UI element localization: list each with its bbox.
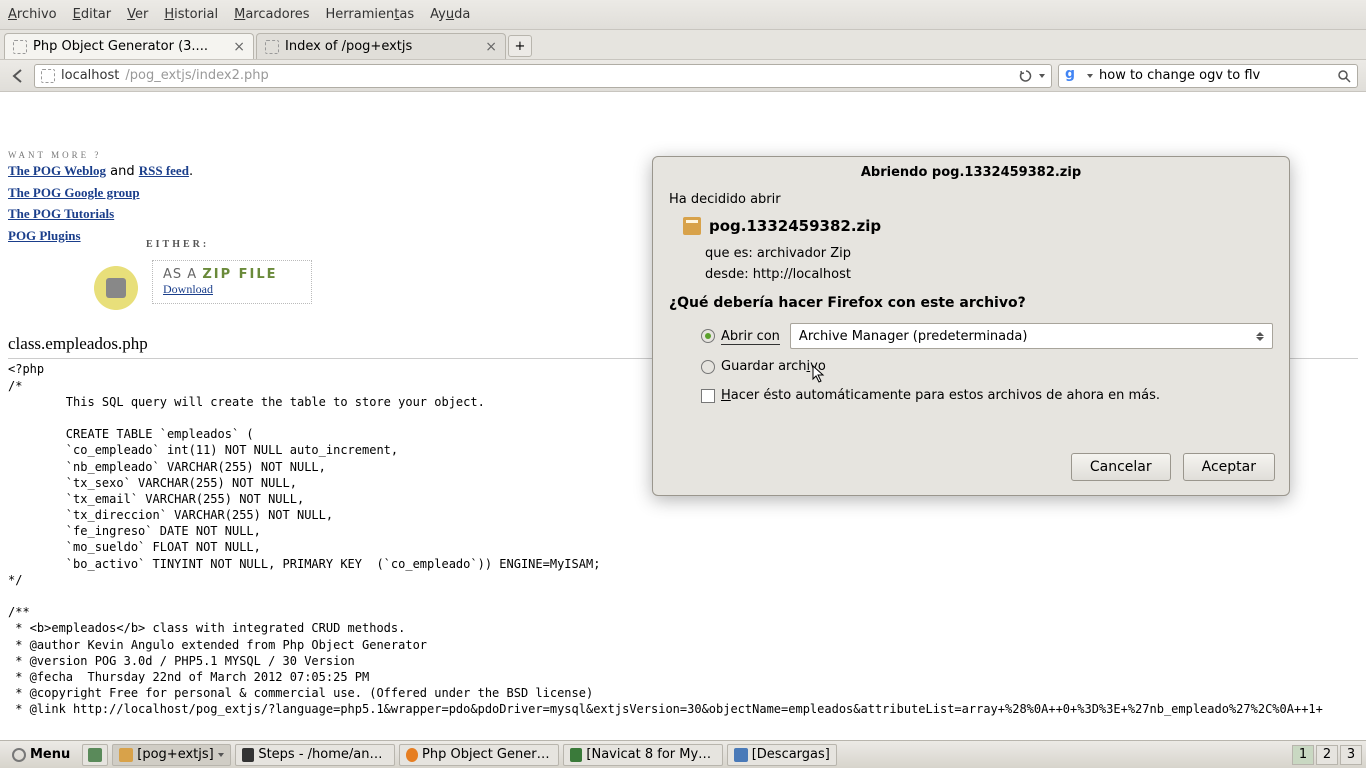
dialog-title: Abriendo pog.1332459382.zip: [653, 157, 1289, 190]
desktop-icon: [88, 748, 102, 762]
favicon-icon: [13, 40, 27, 54]
radio-save-file[interactable]: [701, 360, 715, 374]
new-tab-button[interactable]: +: [508, 35, 532, 57]
dialog-meta: que es: archivador Zip desde: http://loc…: [705, 243, 1273, 285]
navbar: localhost/pog_extjs/index2.php how to ch…: [0, 60, 1366, 92]
menu-marcadores[interactable]: Marcadores: [234, 7, 309, 22]
gear-badge-icon: [88, 260, 144, 316]
editor-icon: [242, 748, 255, 762]
task-1[interactable]: Steps - /home/angul...: [235, 744, 395, 766]
engine-dropdown-icon[interactable]: [1087, 74, 1093, 78]
checkbox-auto[interactable]: [701, 389, 715, 403]
menu-button[interactable]: Menu: [4, 747, 78, 762]
google-icon: [1065, 68, 1081, 84]
taskbar: Menu [pog+extjs] Steps - /home/angul... …: [0, 740, 1366, 768]
link-tutorials[interactable]: The POG Tutorials: [8, 206, 114, 221]
radio-open-with[interactable]: [701, 329, 715, 343]
cancel-button[interactable]: Cancelar: [1071, 453, 1171, 481]
menu-ver[interactable]: Ver: [127, 7, 148, 22]
folder-icon: [119, 748, 133, 762]
menu-herramientas[interactable]: Herramientas: [326, 7, 415, 22]
zip-download-box: AS A ZIP FILE Download: [152, 260, 312, 304]
workspace-2[interactable]: 2: [1316, 745, 1338, 765]
back-button[interactable]: [8, 66, 28, 86]
tabstrip: Php Object Generator (3.... × Index of /…: [0, 30, 1366, 60]
navicat-icon: [570, 748, 583, 762]
either-label: EITHER:: [146, 239, 312, 250]
chevron-down-icon: [218, 753, 224, 757]
archive-icon: [683, 217, 701, 235]
tab-0[interactable]: Php Object Generator (3.... ×: [4, 33, 254, 59]
menu-historial[interactable]: Historial: [164, 7, 218, 22]
url-path: /pog_extjs/index2.php: [125, 68, 268, 83]
workspace-3[interactable]: 3: [1340, 745, 1362, 765]
show-desktop-button[interactable]: [82, 744, 108, 766]
menu-ayuda[interactable]: Ayuda: [430, 7, 470, 22]
link-google-group[interactable]: The POG Google group: [8, 185, 140, 200]
link-rss[interactable]: RSS feed: [139, 163, 189, 178]
task-4[interactable]: [Descargas]: [727, 744, 837, 766]
download-dialog: Abriendo pog.1332459382.zip Ha decidido …: [652, 156, 1290, 496]
open-with-label: Abrir con: [721, 329, 780, 344]
download-link[interactable]: Download: [163, 282, 213, 296]
task-0[interactable]: [pog+extjs]: [112, 744, 230, 766]
menu-icon: [12, 748, 26, 762]
dialog-decided: Ha decidido abrir: [669, 192, 1273, 207]
auto-label: Hacer ésto automáticamente para estos ar…: [721, 388, 1160, 403]
menu-archivo[interactable]: Archivo: [8, 7, 57, 22]
favicon-icon: [265, 40, 279, 54]
link-weblog[interactable]: The POG Weblog: [8, 163, 106, 178]
menu-editar[interactable]: Editar: [73, 7, 112, 22]
link-plugins[interactable]: POG Plugins: [8, 228, 81, 243]
tab-label: Index of /pog+extjs: [285, 39, 479, 54]
reload-icon[interactable]: [1019, 69, 1033, 83]
spinner-icon: [1256, 332, 1264, 341]
task-2[interactable]: Php Object Generato...: [399, 744, 559, 766]
menubar: Archivo Editar Ver Historial Marcadores …: [0, 0, 1366, 30]
search-value: how to change ogv to flv: [1099, 68, 1331, 83]
favicon-icon: [41, 69, 55, 83]
search-input[interactable]: how to change ogv to flv: [1058, 64, 1358, 88]
dialog-question: ¿Qué debería hacer Firefox con este arch…: [669, 295, 1273, 311]
search-icon[interactable]: [1337, 69, 1351, 83]
workspace-pager: 1 2 3: [1292, 745, 1362, 765]
save-file-label: Guardar archivo: [721, 359, 826, 374]
back-icon: [10, 68, 26, 84]
close-icon[interactable]: ×: [233, 39, 245, 55]
accept-button[interactable]: Aceptar: [1183, 453, 1275, 481]
workspace-1[interactable]: 1: [1292, 745, 1314, 765]
tab-1[interactable]: Index of /pog+extjs ×: [256, 33, 506, 59]
url-host: localhost: [61, 68, 119, 83]
tab-label: Php Object Generator (3....: [33, 39, 227, 54]
firefox-icon: [406, 748, 418, 762]
close-icon[interactable]: ×: [485, 39, 497, 55]
downloads-icon: [734, 748, 748, 762]
app-select[interactable]: Archive Manager (predeterminada): [790, 323, 1273, 349]
url-input[interactable]: localhost/pog_extjs/index2.php: [34, 64, 1052, 88]
task-3[interactable]: [Navicat 8 for MySQL]: [563, 744, 723, 766]
dropdown-icon[interactable]: [1039, 74, 1045, 78]
dialog-filename: pog.1332459382.zip: [709, 217, 881, 235]
